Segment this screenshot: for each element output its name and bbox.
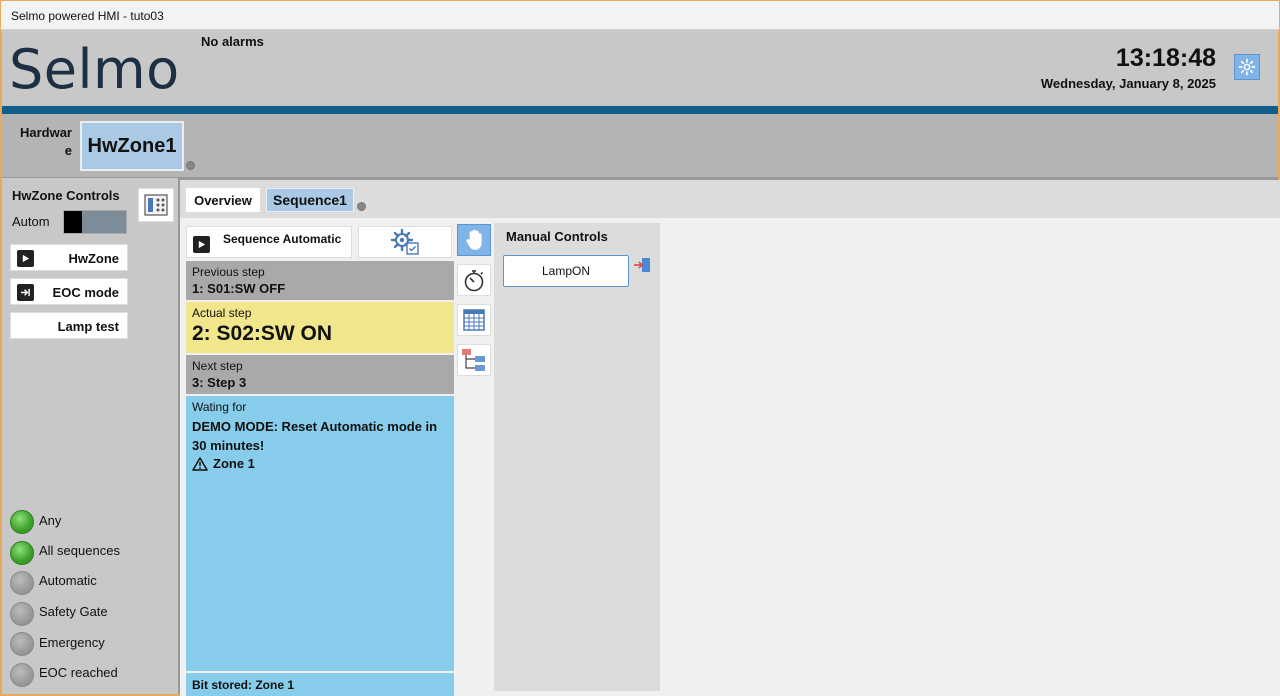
lamp-eoc-reached-label: EOC reached xyxy=(39,665,118,680)
io-module-icon xyxy=(144,194,168,216)
main-panel: Overview Sequence1 Sequence Automatic Pr… xyxy=(178,178,1280,696)
sequence-column: Sequence Automatic Previous step 1: S01:… xyxy=(184,222,454,696)
lamp-on-button[interactable]: LampON xyxy=(503,255,629,287)
hwzone-controls-title: HwZone Controls xyxy=(12,188,120,203)
lamp-emergency xyxy=(10,632,34,656)
zone-tab-hwzone1[interactable]: HwZone1 xyxy=(80,121,184,171)
zone-bar: Hardwar e HwZone1 xyxy=(2,114,1278,178)
eoc-mode-button[interactable]: EOC mode xyxy=(10,278,128,305)
clock-time: 13:18:48 xyxy=(1115,44,1216,72)
hardware-label: Hardwar e xyxy=(19,125,72,158)
tree-icon xyxy=(462,349,485,371)
table-button[interactable] xyxy=(457,304,491,336)
previous-step: Previous step 1: S01:SW OFF xyxy=(186,261,454,300)
header-divider xyxy=(2,106,1278,114)
manual-mode-button[interactable] xyxy=(457,224,491,256)
lamp-automatic xyxy=(10,571,34,595)
sequence-automatic-button[interactable]: Sequence Automatic xyxy=(186,226,352,258)
manual-controls-title: Manual Controls xyxy=(506,229,608,244)
timer-button[interactable] xyxy=(457,264,491,296)
lamp-safety-gate xyxy=(10,602,34,626)
next-step-label: Next step xyxy=(192,359,243,373)
tab-overview[interactable]: Overview xyxy=(186,188,260,212)
gear-icon xyxy=(1238,58,1256,76)
actual-step: Actual step 2: S02:SW ON xyxy=(186,302,454,353)
lamp-eoc-reached xyxy=(10,663,34,687)
autom-label: Autom xyxy=(12,214,50,229)
clock-date: Wednesday, January 8, 2025 xyxy=(1040,76,1216,91)
io-panel-button[interactable] xyxy=(138,188,174,222)
bit-stored: Bit stored: Zone 1 xyxy=(186,673,454,696)
lamp-emergency-label: Emergency xyxy=(39,635,105,650)
play-icon xyxy=(17,250,34,267)
diagram-button[interactable] xyxy=(457,344,491,376)
zone-status-dot xyxy=(186,161,195,170)
waiting-zone: Zone 1 xyxy=(192,456,448,471)
warning-icon xyxy=(192,456,208,471)
lamp-any-label: Any xyxy=(39,513,62,528)
lamp-any xyxy=(10,510,34,534)
window-titlebar: Selmo powered HMI - tuto03 xyxy=(0,0,1280,30)
header: Selmo No alarms 13:18:48 Wednesday, Janu… xyxy=(2,30,1278,106)
hand-icon xyxy=(466,229,482,250)
window-title: Selmo powered HMI - tuto03 xyxy=(11,9,164,23)
sequence-area: Sequence Automatic Previous step 1: S01:… xyxy=(180,218,1280,696)
alarm-status[interactable]: No alarms xyxy=(201,34,264,49)
stopwatch-icon xyxy=(464,270,484,292)
next-step-value: 3: Step 3 xyxy=(192,375,247,390)
lamp-automatic-label: Automatic xyxy=(39,573,97,588)
sequence-status-dot xyxy=(357,202,366,211)
grid-icon xyxy=(463,309,485,331)
waiting-for: Wating for DEMO MODE: Reset Automatic mo… xyxy=(186,396,454,671)
gear-calendar-icon xyxy=(390,228,419,255)
settings-button[interactable] xyxy=(1234,54,1260,80)
actual-step-label: Actual step xyxy=(192,306,252,320)
lamp-safety-gate-label: Safety Gate xyxy=(39,604,108,619)
actual-step-value: 2: S02:SW ON xyxy=(192,322,333,345)
waiting-for-value: DEMO MODE: Reset Automatic mode in 30 mi… xyxy=(192,419,438,453)
tab-sequence1[interactable]: Sequence1 xyxy=(266,188,354,212)
selmo-logo: Selmo xyxy=(9,38,180,101)
arrow-to-line-icon xyxy=(17,284,34,301)
play-icon xyxy=(193,236,210,253)
output-arrow-icon xyxy=(634,258,650,272)
output-indicator[interactable] xyxy=(633,256,651,274)
manual-controls-panel: Manual Controls LampON xyxy=(494,223,660,691)
previous-step-label: Previous step xyxy=(192,265,265,279)
left-panel: HwZone Controls Autom HwZone EOC mode La… xyxy=(2,178,178,694)
previous-step-value: 1: S01:SW OFF xyxy=(192,281,286,296)
sequence-settings-button[interactable] xyxy=(358,226,452,258)
autom-toggle[interactable] xyxy=(63,210,127,234)
lamp-test-button[interactable]: Lamp test xyxy=(10,312,128,339)
tab-strip: Overview Sequence1 xyxy=(180,180,1280,218)
waiting-for-label: Wating for xyxy=(192,400,247,414)
autom-toggle-knob xyxy=(64,211,82,233)
next-step: Next step 3: Step 3 xyxy=(186,355,454,394)
hwzone-button[interactable]: HwZone xyxy=(10,244,128,271)
lamp-all-sequences xyxy=(10,541,34,565)
lamp-all-sequences-label: All sequences xyxy=(39,543,120,558)
